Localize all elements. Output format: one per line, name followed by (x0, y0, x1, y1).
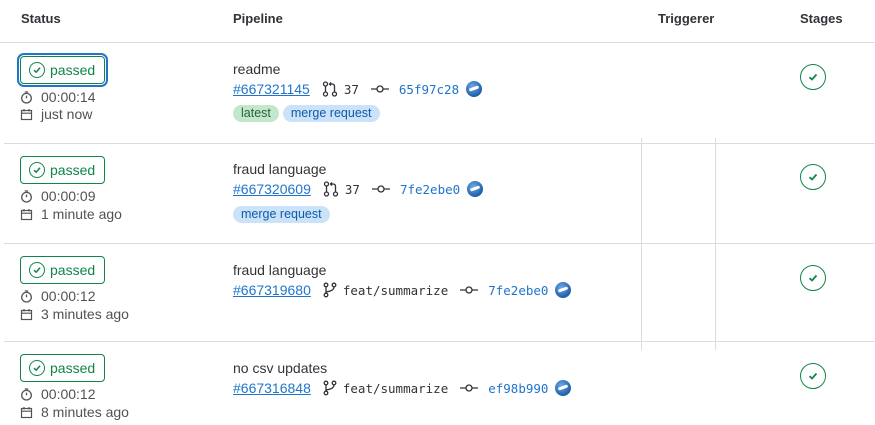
time-ago: 3 minutes ago (41, 306, 129, 322)
badge-latest: latest (233, 105, 279, 122)
status-badge[interactable]: passed (20, 156, 106, 184)
badge-merge-request: merge request (282, 105, 380, 122)
pipeline-info: #667320609 37 7fe2ebe0 (233, 181, 484, 197)
timer-icon (21, 90, 32, 104)
pipeline-badges: latest merge request (233, 105, 380, 122)
time-ago: 8 minutes ago (41, 404, 129, 420)
merge-request-number[interactable]: 37 (345, 182, 360, 197)
merge-request-number[interactable]: 37 (344, 82, 359, 97)
pipeline-row: passed 00:00:09 1 minute ago fraud langu… (4, 144, 875, 244)
pipeline-row: passed 00:00:12 3 minutes ago fraud lang… (4, 244, 875, 342)
branch-icon (323, 380, 337, 396)
duration-value: 00:00:09 (41, 188, 96, 204)
duration-value: 00:00:12 (41, 386, 96, 402)
branch-name[interactable]: feat/summarize (343, 381, 448, 396)
commit-sha-link[interactable]: 7fe2ebe0 (488, 283, 548, 298)
check-circle-icon (29, 262, 45, 278)
user-avatar[interactable] (467, 181, 484, 197)
column-header-status: Status (21, 11, 61, 26)
stage-passed-icon[interactable] (800, 164, 826, 190)
commit-sha-link[interactable]: 7fe2ebe0 (400, 182, 460, 197)
pipeline-badges: merge request (233, 206, 330, 223)
column-header-triggerer: Triggerer (658, 11, 715, 26)
time-ago: just now (41, 106, 93, 122)
badge-merge-request: merge request (233, 206, 330, 223)
commit-icon (370, 85, 389, 93)
pipeline-title[interactable]: no csv updates (233, 360, 327, 376)
timer-icon (21, 289, 32, 303)
stage-passed-icon[interactable] (800, 265, 826, 291)
calendar-icon (20, 208, 33, 220)
finished-time: just now (20, 106, 92, 122)
pipeline-title[interactable]: readme (233, 61, 280, 77)
check-circle-icon (29, 162, 45, 178)
user-avatar[interactable] (555, 380, 572, 396)
status-badge[interactable]: passed (20, 56, 106, 84)
duration-value: 00:00:12 (41, 288, 96, 304)
status-label: passed (50, 262, 96, 278)
commit-sha-link[interactable]: ef98b990 (488, 381, 548, 396)
pipeline-info: #667319680 feat/summarize 7fe2ebe0 (233, 282, 572, 298)
pipeline-row: passed 00:00:14 just now readme #6673211… (4, 43, 875, 144)
finished-time: 8 minutes ago (20, 404, 129, 420)
stage-passed-icon[interactable] (800, 64, 826, 90)
pipeline-title[interactable]: fraud language (233, 262, 326, 278)
column-header-stages: Stages (800, 11, 843, 26)
commit-sha-link[interactable]: 65f97c28 (399, 82, 459, 97)
time-ago: 1 minute ago (41, 206, 122, 222)
status-badge[interactable]: passed (20, 256, 106, 284)
commit-icon (460, 384, 479, 392)
user-avatar[interactable] (555, 282, 572, 298)
user-avatar[interactable] (466, 81, 483, 97)
calendar-icon (20, 308, 33, 320)
duration: 00:00:14 (20, 89, 96, 105)
pipeline-row: passed 00:00:12 8 minutes ago no csv upd… (4, 342, 875, 425)
pipeline-id-link[interactable]: #667316848 (233, 380, 311, 396)
merge-request-icon (322, 81, 337, 97)
timer-icon (21, 387, 32, 401)
merge-request-icon (323, 181, 339, 197)
finished-time: 3 minutes ago (20, 306, 129, 322)
duration: 00:00:12 (20, 288, 96, 304)
table-header: Status Pipeline Triggerer Stages (0, 0, 875, 43)
duration: 00:00:12 (20, 386, 96, 402)
branch-icon (323, 282, 337, 298)
check-circle-icon (29, 360, 45, 376)
pipeline-id-link[interactable]: #667319680 (233, 282, 311, 298)
pipeline-id-link[interactable]: #667320609 (233, 181, 311, 197)
pipeline-id-link[interactable]: #667321145 (233, 81, 310, 97)
timer-icon (21, 189, 32, 203)
status-badge[interactable]: passed (20, 354, 106, 382)
calendar-icon (20, 406, 33, 418)
status-label: passed (50, 162, 96, 178)
column-header-pipeline: Pipeline (233, 11, 283, 26)
commit-icon (460, 286, 479, 294)
finished-time: 1 minute ago (20, 206, 122, 222)
status-label: passed (50, 62, 96, 78)
commit-icon (371, 185, 390, 193)
pipeline-title[interactable]: fraud language (233, 161, 326, 177)
pipeline-info: #667316848 feat/summarize ef98b990 (233, 380, 572, 396)
duration-value: 00:00:14 (41, 89, 96, 105)
stage-passed-icon[interactable] (800, 363, 826, 389)
check-circle-icon (29, 62, 45, 78)
pipeline-info: #667321145 37 65f97c28 (233, 81, 483, 97)
calendar-icon (20, 108, 33, 120)
branch-name[interactable]: feat/summarize (343, 283, 448, 298)
status-label: passed (50, 360, 96, 376)
duration: 00:00:09 (20, 188, 96, 204)
